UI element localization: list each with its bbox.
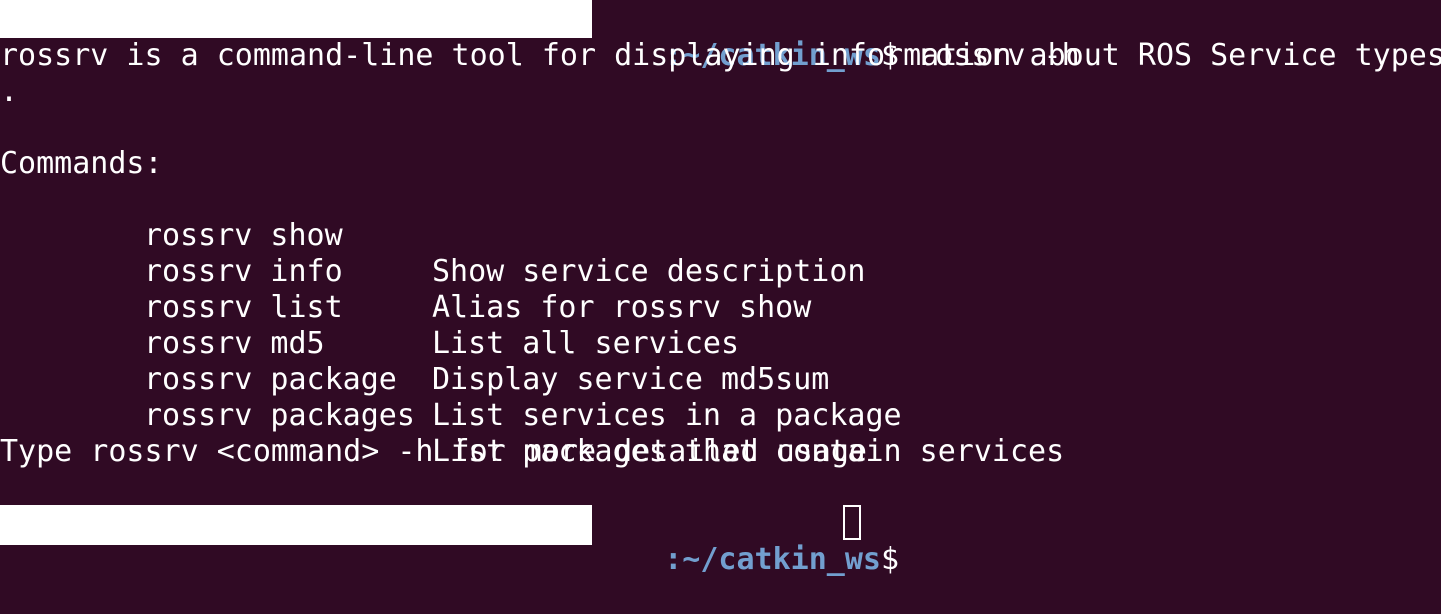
redacted-user-host <box>0 505 592 545</box>
prompt-line-1: :~/catkin_ws$ rossrv -h <box>592 2 1079 73</box>
command-row: rossrv md5 Display service md5sum <box>0 290 1441 397</box>
command-row: rossrv packages List packages that conta… <box>0 362 1441 469</box>
prompt-symbol: $ <box>881 542 900 577</box>
command-row: rossrv show Show service description <box>0 182 1441 289</box>
description-wrap: . <box>0 74 19 109</box>
redacted-user-host <box>0 0 592 38</box>
terminal-window[interactable]: :~/catkin_ws$ rossrv -h rossrv is a comm… <box>0 0 1441 594</box>
command-row: rossrv list List all services <box>0 254 1441 361</box>
command-row: rossrv info Alias for rossrv show <box>0 218 1441 325</box>
description-line: rossrv is a command-line tool for displa… <box>0 38 1441 73</box>
command-description: List services in a package <box>432 398 902 433</box>
commands-header: Commands: <box>0 146 163 181</box>
prompt-path: :~/catkin_ws <box>664 542 881 577</box>
usage-footer: Type rossrv <command> -h for more detail… <box>0 434 867 469</box>
text-cursor[interactable] <box>843 505 861 540</box>
command-row: rossrv package List services in a packag… <box>0 326 1441 433</box>
command-name: rossrv packages <box>144 398 415 433</box>
